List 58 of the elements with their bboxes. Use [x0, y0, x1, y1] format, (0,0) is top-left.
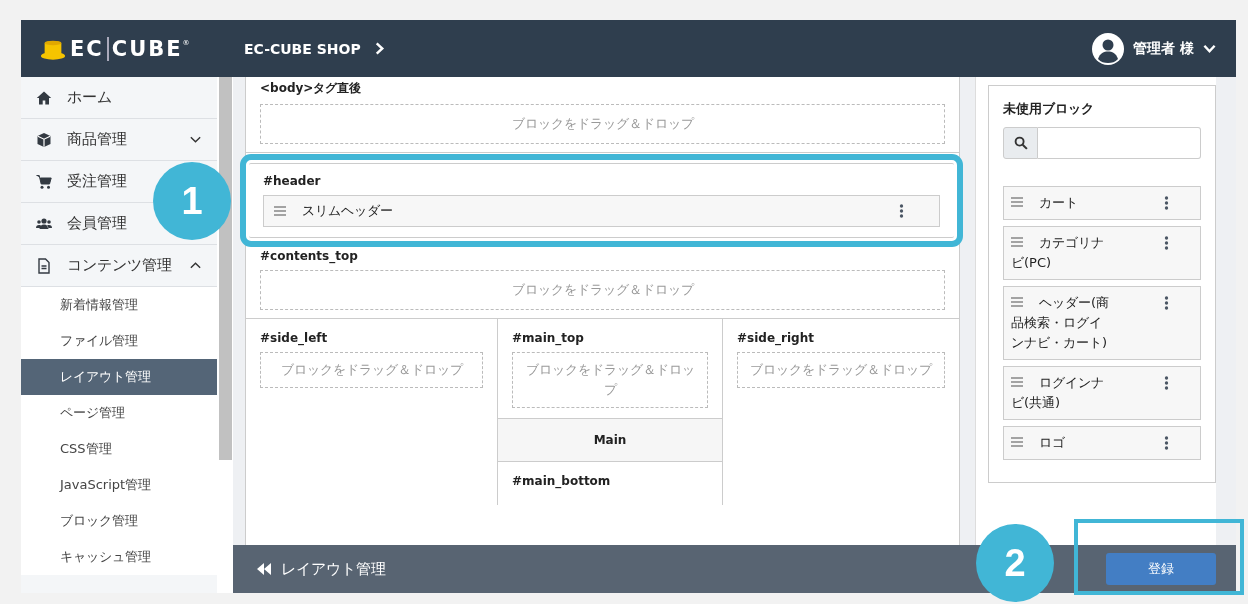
area-label: Main	[593, 433, 627, 447]
sidebar-subitem[interactable]: ファイル管理	[21, 323, 217, 359]
drag-handle-icon	[1011, 297, 1023, 307]
sidebar-subitem[interactable]: JavaScript管理	[21, 467, 217, 503]
sidebar-item[interactable]: 商品管理	[67, 130, 127, 149]
block-item[interactable]: ログインナビ(共通)	[1003, 366, 1201, 420]
drag-handle-icon	[1011, 437, 1023, 447]
kebab-menu-icon[interactable]	[1164, 295, 1169, 311]
logo-text: CUBE	[111, 36, 183, 61]
kebab-menu-icon[interactable]	[1164, 435, 1169, 451]
block-item[interactable]: ヘッダー(商品検索・ログインナビ・カート)	[1003, 286, 1201, 360]
area-label: #side_left	[260, 331, 329, 345]
cart-icon	[36, 173, 52, 190]
sidebar-item[interactable]: コンテンツ管理	[67, 256, 172, 275]
panel-title: 未使用ブロック	[1003, 100, 1095, 118]
logo-text: EC	[70, 36, 109, 61]
search-field[interactable]	[1038, 127, 1201, 159]
cube-icon	[36, 131, 52, 148]
sidebar-item[interactable]: 受注管理	[67, 172, 127, 191]
kebab-menu-icon[interactable]	[1164, 235, 1169, 251]
back-link[interactable]: レイアウト管理	[256, 559, 386, 579]
drag-handle-icon	[1011, 377, 1023, 387]
home-icon	[36, 89, 52, 106]
scrollbar-thumb[interactable]	[219, 77, 232, 460]
sidebar-subitem[interactable]: 新着情報管理	[21, 287, 217, 323]
double-chevron-left-icon	[256, 562, 272, 576]
sidebar-subitem[interactable]: レイアウト管理	[21, 359, 217, 395]
register-button[interactable]: 登録	[1106, 553, 1216, 585]
sidebar-item[interactable]: ホーム	[67, 88, 112, 107]
chevron-down-icon	[1203, 42, 1216, 55]
users-icon	[36, 215, 52, 232]
sidebar-subitem[interactable]: ページ管理	[21, 395, 217, 431]
area-label: #header	[263, 174, 322, 188]
area-label: #main_bottom	[512, 474, 612, 488]
drag-handle-icon	[1011, 237, 1023, 247]
block-item[interactable]: スリムヘッダー	[263, 195, 940, 227]
search-button[interactable]	[1003, 127, 1038, 159]
sidebar-subitem[interactable]: キャッシュ管理	[21, 539, 217, 575]
sidebar-item[interactable]: 会員管理	[67, 214, 127, 233]
sidebar-subitem[interactable]: CSS管理	[21, 431, 217, 467]
kebab-menu-icon[interactable]	[899, 203, 904, 219]
search-icon	[1013, 136, 1028, 150]
area-label: <body>タグ直後	[260, 80, 363, 97]
sidebar-subitem[interactable]: ブロック管理	[21, 503, 217, 539]
drag-handle-icon	[1011, 197, 1023, 207]
area-label: #contents_top	[260, 249, 359, 263]
area-label: #side_right	[737, 331, 815, 345]
block-item[interactable]: カート	[1003, 186, 1201, 220]
block-item[interactable]: カテゴリナビ(PC)	[1003, 226, 1201, 280]
block-item[interactable]: ロゴ	[1003, 426, 1201, 460]
shop-link[interactable]: EC-CUBE SHOP	[244, 40, 386, 57]
area-label: #main_top	[512, 331, 585, 345]
kebab-menu-icon[interactable]	[1164, 195, 1169, 211]
drag-handle-icon	[274, 206, 286, 216]
kebab-menu-icon[interactable]	[1164, 375, 1169, 391]
avatar-icon	[1092, 32, 1125, 65]
user-menu[interactable]: 管理者 様	[1092, 32, 1216, 65]
document-icon	[36, 257, 52, 274]
